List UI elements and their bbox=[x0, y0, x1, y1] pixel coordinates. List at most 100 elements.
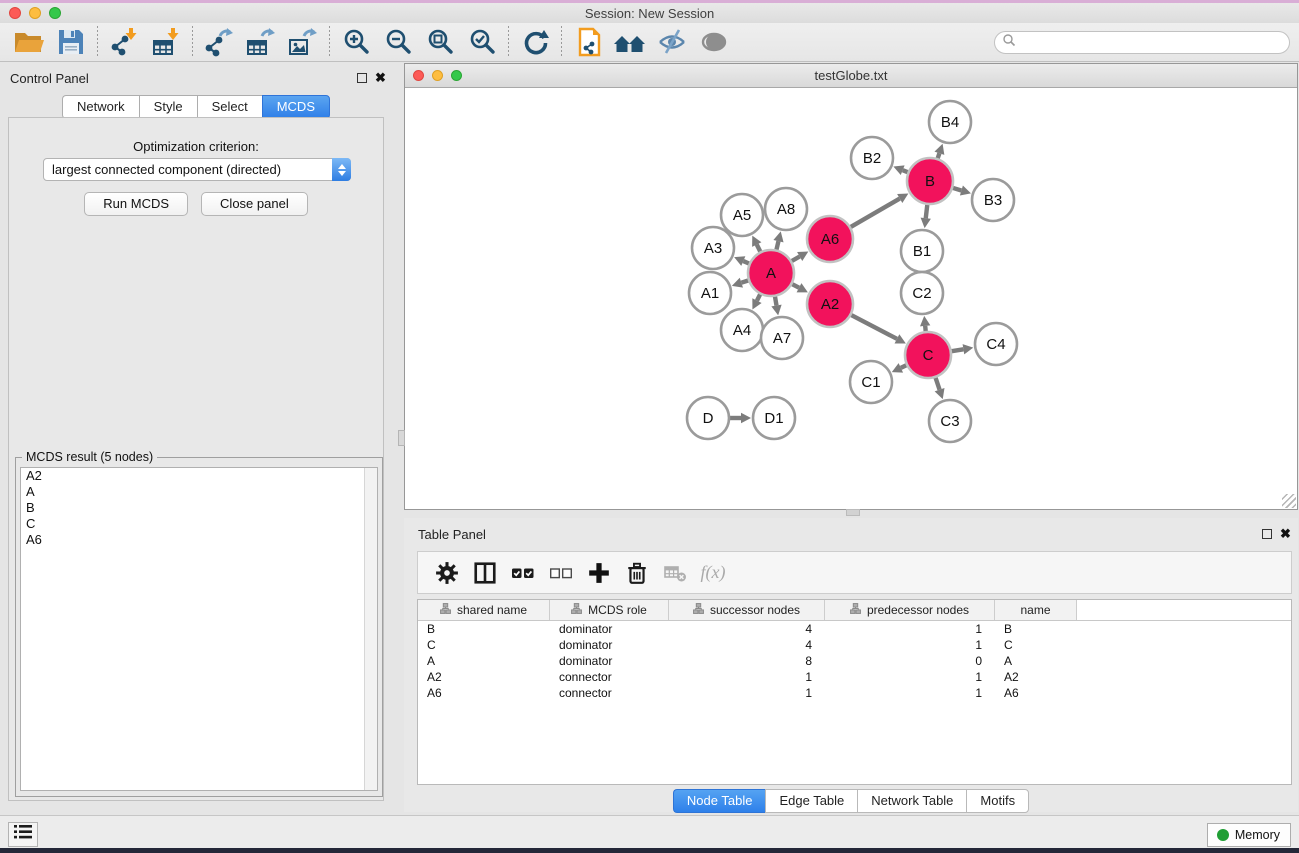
network-from-selection-icon[interactable] bbox=[567, 25, 609, 59]
table-cell[interactable]: 1 bbox=[825, 686, 995, 700]
graph-node-A5[interactable]: A5 bbox=[721, 194, 763, 236]
tab-node-table[interactable]: Node Table bbox=[673, 789, 766, 813]
table-row[interactable]: A2connector11A2 bbox=[418, 669, 1291, 685]
run-mcds-button[interactable]: Run MCDS bbox=[84, 192, 188, 216]
tab-network[interactable]: Network bbox=[62, 95, 139, 119]
home-icon[interactable] bbox=[609, 25, 651, 59]
tab-edge-table[interactable]: Edge Table bbox=[765, 789, 857, 813]
search-input[interactable] bbox=[1016, 34, 1289, 52]
graph-node-B[interactable]: B bbox=[907, 158, 953, 204]
select-all-columns-icon[interactable] bbox=[504, 555, 542, 591]
column-header-successor-nodes[interactable]: successor nodes bbox=[669, 600, 825, 620]
graph-node-A[interactable]: A bbox=[748, 250, 794, 296]
tab-network-table[interactable]: Network Table bbox=[857, 789, 966, 813]
column-header-predecessor-nodes[interactable]: predecessor nodes bbox=[825, 600, 995, 620]
network-window-titlebar[interactable]: testGlobe.txt bbox=[405, 64, 1297, 88]
import-table-icon[interactable] bbox=[145, 25, 187, 59]
table-cell[interactable]: 1 bbox=[825, 638, 995, 652]
table-settings-icon[interactable] bbox=[428, 555, 466, 591]
table-cell[interactable]: A6 bbox=[418, 686, 550, 700]
zoom-fit-icon[interactable] bbox=[419, 25, 461, 59]
table-cell[interactable]: connector bbox=[550, 686, 669, 700]
table-cell[interactable]: 1 bbox=[825, 670, 995, 684]
float-panel-icon[interactable] bbox=[357, 73, 367, 83]
table-row[interactable]: Cdominator41C bbox=[418, 637, 1291, 653]
table-cell[interactable]: 0 bbox=[825, 654, 995, 668]
column-header-name[interactable]: name bbox=[995, 600, 1077, 620]
graph-node-C4[interactable]: C4 bbox=[975, 323, 1017, 365]
export-table-icon[interactable] bbox=[240, 25, 282, 59]
graph-node-A8[interactable]: A8 bbox=[765, 188, 807, 230]
graph-node-B2[interactable]: B2 bbox=[851, 137, 893, 179]
close-panel-icon[interactable]: ✖ bbox=[375, 70, 386, 86]
table-cell[interactable]: B bbox=[418, 622, 550, 636]
table-float-icon[interactable] bbox=[1262, 529, 1272, 539]
save-session-icon[interactable] bbox=[50, 25, 92, 59]
graph-node-C1[interactable]: C1 bbox=[850, 361, 892, 403]
export-network-icon[interactable] bbox=[198, 25, 240, 59]
graph-node-B1[interactable]: B1 bbox=[901, 230, 943, 272]
table-cell[interactable]: C bbox=[995, 638, 1077, 652]
graph-node-C2[interactable]: C2 bbox=[901, 272, 943, 314]
table-cell[interactable]: 4 bbox=[669, 638, 825, 652]
table-cell[interactable]: 4 bbox=[669, 622, 825, 636]
table-cell[interactable]: A bbox=[995, 654, 1077, 668]
graph-node-A1[interactable]: A1 bbox=[689, 272, 731, 314]
table-row[interactable]: Bdominator41B bbox=[418, 621, 1291, 637]
export-image-icon[interactable] bbox=[282, 25, 324, 59]
left-grip-handle[interactable] bbox=[398, 430, 405, 446]
graph-node-A2[interactable]: A2 bbox=[807, 281, 853, 327]
table-cell[interactable]: A6 bbox=[995, 686, 1077, 700]
mcds-result-item[interactable]: A2 bbox=[21, 468, 377, 484]
mcds-result-item[interactable]: C bbox=[21, 516, 377, 532]
mcds-result-item[interactable]: A6 bbox=[21, 532, 377, 548]
column-header-shared-name[interactable]: shared name bbox=[418, 600, 550, 620]
tab-style[interactable]: Style bbox=[139, 95, 197, 119]
table-row[interactable]: A6connector11A6 bbox=[418, 685, 1291, 701]
hide-selected-icon[interactable] bbox=[651, 25, 693, 59]
mcds-result-item[interactable]: B bbox=[21, 500, 377, 516]
table-row[interactable]: Adominator80A bbox=[418, 653, 1291, 669]
mcds-result-list[interactable]: A2ABCA6 bbox=[20, 467, 378, 791]
create-column-icon[interactable] bbox=[580, 555, 618, 591]
tab-mcds[interactable]: MCDS bbox=[262, 95, 330, 119]
graph-node-D1[interactable]: D1 bbox=[753, 397, 795, 439]
network-canvas[interactable]: AA1A2A3A4A5A6A7A8BB1B2B3B4CC1C2C3C4DD1 bbox=[405, 88, 1297, 509]
table-cell[interactable]: C bbox=[418, 638, 550, 652]
graph-node-D[interactable]: D bbox=[687, 397, 729, 439]
zoom-out-icon[interactable] bbox=[377, 25, 419, 59]
tab-motifs[interactable]: Motifs bbox=[966, 789, 1029, 813]
table-cell[interactable]: dominator bbox=[550, 654, 669, 668]
graph-node-B4[interactable]: B4 bbox=[929, 101, 971, 143]
table-cell[interactable]: 1 bbox=[825, 622, 995, 636]
table-close-icon[interactable]: ✖ bbox=[1280, 526, 1291, 542]
graph-node-C3[interactable]: C3 bbox=[929, 400, 971, 442]
import-network-icon[interactable] bbox=[103, 25, 145, 59]
tab-select[interactable]: Select bbox=[197, 95, 262, 119]
table-cell[interactable]: 1 bbox=[669, 686, 825, 700]
delete-columns-icon[interactable] bbox=[618, 555, 656, 591]
mcds-result-item[interactable]: A bbox=[21, 484, 377, 500]
table-cell[interactable]: B bbox=[995, 622, 1077, 636]
table-cell[interactable]: dominator bbox=[550, 638, 669, 652]
refresh-icon[interactable] bbox=[514, 25, 556, 59]
bottom-grip-handle[interactable] bbox=[846, 509, 860, 516]
table-cell[interactable]: dominator bbox=[550, 622, 669, 636]
result-scrollbar[interactable] bbox=[364, 468, 377, 790]
graph-node-C[interactable]: C bbox=[905, 332, 951, 378]
table-cell[interactable]: connector bbox=[550, 670, 669, 684]
criterion-select[interactable]: largest connected component (directed) bbox=[43, 158, 351, 181]
graph-node-A6[interactable]: A6 bbox=[807, 216, 853, 262]
toggle-panes-icon[interactable] bbox=[466, 555, 504, 591]
column-header-MCDS-role[interactable]: MCDS role bbox=[550, 600, 669, 620]
zoom-selected-icon[interactable] bbox=[461, 25, 503, 59]
table-cell[interactable]: 1 bbox=[669, 670, 825, 684]
table-cell[interactable]: A bbox=[418, 654, 550, 668]
graph-node-B3[interactable]: B3 bbox=[972, 179, 1014, 221]
table-cell[interactable]: 8 bbox=[669, 654, 825, 668]
memory-button[interactable]: Memory bbox=[1207, 823, 1291, 847]
task-history-button[interactable] bbox=[8, 822, 38, 847]
show-hidden-icon[interactable] bbox=[693, 25, 735, 59]
resize-corner-handle[interactable] bbox=[1282, 494, 1296, 508]
table-cell[interactable]: A2 bbox=[995, 670, 1077, 684]
